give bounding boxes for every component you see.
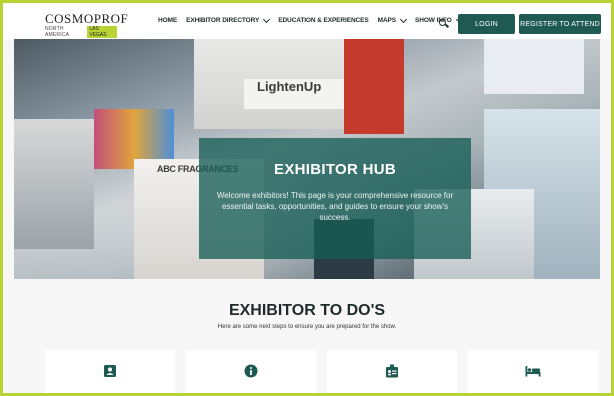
cosmoprof-logo[interactable]: COSMOPROF NORTH AMERICA LAS VEGAS: [45, 11, 129, 38]
booth-sign-lightenup: LightenUp: [257, 79, 322, 94]
nav-exhibitor-directory-label: EXHIBITOR DIRECTORY: [186, 17, 260, 24]
chevron-down-icon: [263, 15, 271, 23]
nav-home[interactable]: HOME: [158, 17, 177, 24]
login-button[interactable]: LOGIN: [458, 14, 515, 34]
todo-card[interactable]: [186, 350, 316, 396]
logo-city: LAS VEGAS: [87, 26, 117, 38]
nav-home-label: HOME: [158, 17, 178, 24]
hero-overlay-box: EXHIBITOR HUB Welcome exhibitors! This p…: [199, 138, 471, 259]
hero-photo-shape: [14, 119, 94, 249]
todo-card[interactable]: [45, 350, 175, 396]
hero-title: EXHIBITOR HUB: [274, 161, 396, 178]
todo-card[interactable]: [468, 350, 598, 396]
id-card-clip-icon: [384, 363, 400, 379]
id-badge-icon: [102, 363, 118, 379]
main-nav: HOME EXHIBITOR DIRECTORY EDUCATION & EXP…: [158, 15, 463, 24]
bed-icon: [525, 363, 541, 379]
nav-exhibitor-directory[interactable]: EXHIBITOR DIRECTORY: [186, 15, 271, 24]
search-icon[interactable]: [439, 19, 446, 26]
hero-photo-shape: [344, 39, 404, 134]
info-icon: [243, 363, 259, 379]
logo-wordmark: COSMOPROF: [45, 11, 129, 26]
nav-maps[interactable]: MAPS: [377, 15, 408, 24]
todo-card[interactable]: [327, 350, 457, 396]
section-subtitle: Here are some next steps to ensure you a…: [217, 324, 397, 330]
nav-education[interactable]: EDUCATION & EXPERIENCES: [278, 17, 369, 24]
register-button[interactable]: REGISTER TO ATTEND: [519, 14, 601, 34]
hero-photo-shape: [484, 39, 584, 94]
logo-subtitle: NORTH AMERICA LAS VEGAS: [45, 26, 117, 38]
nav-education-label: EDUCATION & EXPERIENCES: [278, 17, 369, 24]
chevron-down-icon: [399, 15, 408, 23]
section-title: EXHIBITOR TO DO'S: [228, 302, 386, 319]
logo-region: NORTH AMERICA: [45, 26, 70, 38]
nav-show-info-label: SHOW INFO: [415, 17, 452, 24]
site-header: COSMOPROF NORTH AMERICA LAS VEGAS HOME E…: [3, 3, 611, 39]
hero-description: Welcome exhibitors! This page is your co…: [216, 191, 454, 222]
nav-maps-label: MAPS: [377, 17, 397, 24]
hero-banner: LightenUp ABC FRAGRANCES EXHIBITOR HUB W…: [14, 39, 600, 279]
